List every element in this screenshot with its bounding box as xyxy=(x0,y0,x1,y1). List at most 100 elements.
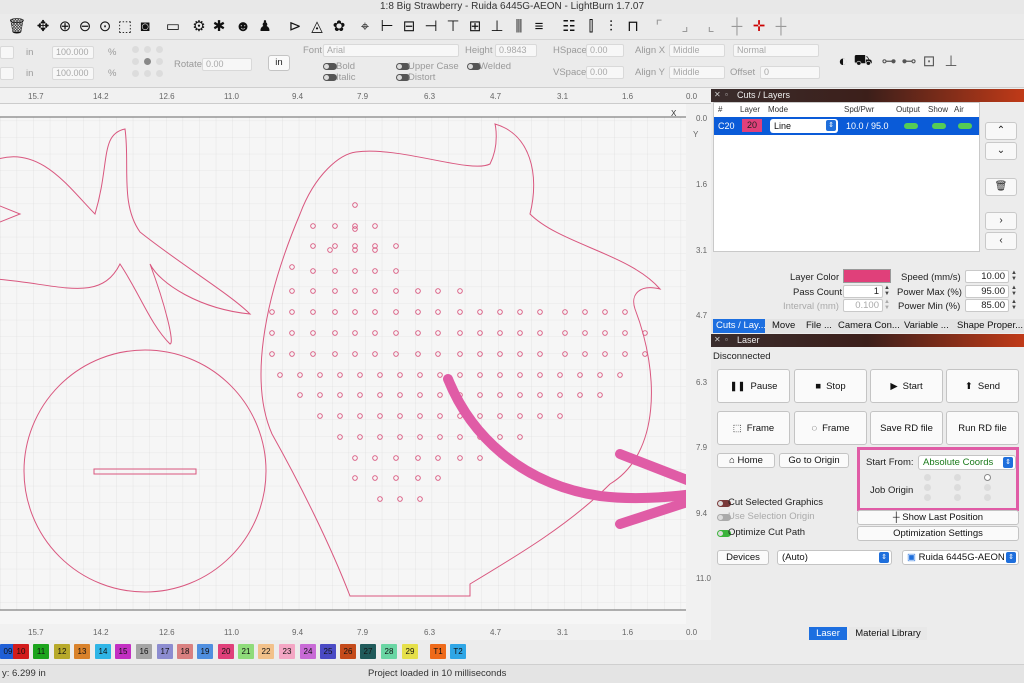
layer-color-swatch[interactable] xyxy=(843,269,891,283)
align-x-select[interactable]: Middle xyxy=(669,44,725,57)
next-button[interactable]: › xyxy=(985,212,1017,230)
hspace-field[interactable]: 0.00 xyxy=(586,44,624,57)
anchor-dot[interactable] xyxy=(132,70,139,77)
origin-dot-selected[interactable] xyxy=(984,474,991,481)
palette-swatch[interactable]: 12 xyxy=(54,644,70,659)
tab-file[interactable]: File ... xyxy=(803,319,835,333)
device-select[interactable]: ▣ Ruida 6445G-AEON ⇕ xyxy=(902,550,1019,565)
tab-material-library[interactable]: Material Library xyxy=(849,627,927,640)
pause-button[interactable]: ❚❚ Pause xyxy=(717,369,790,403)
tab-shape-properties[interactable]: Shape Proper... xyxy=(954,319,1024,333)
crosshair-red-icon[interactable]: ✛ xyxy=(750,17,768,35)
send-button[interactable]: ⬆ Send xyxy=(946,369,1019,403)
anchor-dot[interactable] xyxy=(132,46,139,53)
node-align3-icon[interactable]: ⊡ xyxy=(920,52,938,70)
anchor-dot[interactable] xyxy=(156,70,163,77)
tools-icon[interactable]: ✱ xyxy=(210,17,228,35)
port-select[interactable]: (Auto) ⇕ xyxy=(777,550,892,565)
space-h-icon[interactable]: ⫿ xyxy=(582,17,600,35)
rotate-field[interactable]: 0.00 xyxy=(202,58,252,71)
table-row[interactable]: C20 20 Line ⇕ 10.0 / 95.0 xyxy=(714,117,979,135)
width-field[interactable]: 100.000 xyxy=(52,46,94,59)
move-down-button[interactable]: ⌄ xyxy=(985,142,1017,160)
group-icon[interactable]: ☷ xyxy=(560,17,578,35)
camera-settings-icon[interactable]: ⛟ xyxy=(854,52,873,70)
height-field[interactable]: 100.000 xyxy=(52,67,94,80)
align-center-icon[interactable]: ⊟ xyxy=(400,17,418,35)
tab-variable[interactable]: Variable ... xyxy=(901,319,953,333)
start-from-select[interactable]: Absolute Coords ⇕ xyxy=(918,455,1016,470)
prev-button[interactable]: ‹ xyxy=(985,232,1017,250)
distribute-v-icon[interactable]: ≡ xyxy=(530,17,548,35)
save-rd-button[interactable]: Save RD file xyxy=(870,411,943,445)
origin-dot[interactable] xyxy=(954,474,961,481)
palette-swatch[interactable]: 16 xyxy=(136,644,152,659)
spinner-icon[interactable]: ▲ ▼ xyxy=(1010,299,1018,312)
anchor-dot[interactable] xyxy=(132,58,139,65)
dock-icon[interactable]: ⊓ xyxy=(624,17,642,35)
node-align4-icon[interactable]: ⊥ xyxy=(942,52,960,70)
zoom-fit-icon[interactable]: ⊙ xyxy=(96,17,114,35)
show-last-position-button[interactable]: ┼ Show Last Position xyxy=(857,510,1019,525)
palette-swatch[interactable]: 28 xyxy=(381,644,397,659)
palette-swatch[interactable]: 23 xyxy=(279,644,295,659)
origin-dot[interactable] xyxy=(984,494,991,501)
speed-field[interactable]: 10.00 xyxy=(965,270,1009,283)
palette-swatch[interactable]: T2 xyxy=(450,644,466,659)
zoom-out-icon[interactable]: ⊖ xyxy=(76,17,94,35)
mode-select[interactable]: Line ⇕ xyxy=(770,119,838,133)
show-toggle[interactable] xyxy=(932,123,946,129)
close-icon[interactable]: ✕ xyxy=(714,91,722,99)
camera-icon[interactable]: ◙ xyxy=(136,17,154,35)
palette-swatch[interactable]: T1 xyxy=(430,644,446,659)
laser-head-icon[interactable]: ◐ xyxy=(834,52,852,70)
power-min-field[interactable]: 85.00 xyxy=(965,299,1009,312)
align-left-icon[interactable]: ⊢ xyxy=(378,17,396,35)
spinner-icon[interactable]: ▲ ▼ xyxy=(1010,270,1018,283)
anchor-dot[interactable] xyxy=(156,46,163,53)
power-max-field[interactable]: 95.00 xyxy=(965,285,1009,298)
origin-dot[interactable] xyxy=(954,484,961,491)
crosshair-icon[interactable]: ⌖ xyxy=(356,17,374,35)
palette-swatch[interactable]: 29 xyxy=(402,644,418,659)
text-height-field[interactable]: 0.9843 xyxy=(495,44,537,57)
palette-swatch[interactable]: 19 xyxy=(197,644,213,659)
palette-swatch[interactable]: 24 xyxy=(300,644,316,659)
origin-dot[interactable] xyxy=(954,494,961,501)
node-align-icon[interactable]: ⊶ xyxy=(880,52,898,70)
align-middle-icon[interactable]: ⊞ xyxy=(466,17,484,35)
zoom-in-icon[interactable]: ⊕ xyxy=(56,17,74,35)
spinner-icon[interactable]: ▲ ▼ xyxy=(883,285,891,298)
node-align2-icon[interactable]: ⊷ xyxy=(900,52,918,70)
close-icon[interactable]: ✕ xyxy=(714,336,722,344)
palette-swatch[interactable]: 18 xyxy=(177,644,193,659)
anchor-dot-selected[interactable] xyxy=(144,58,151,65)
design-canvas[interactable]: X xyxy=(0,104,686,624)
origin-dot[interactable] xyxy=(924,494,931,501)
anchor-dot[interactable] xyxy=(144,46,151,53)
anchor-dot[interactable] xyxy=(144,70,151,77)
float-icon[interactable]: ▫ xyxy=(725,336,733,344)
mirror-icon[interactable]: ◬ xyxy=(308,17,326,35)
interval-field[interactable]: 0.100 xyxy=(843,299,883,312)
origin-dot[interactable] xyxy=(924,474,931,481)
corner2-icon[interactable]: ⌟ xyxy=(676,17,694,35)
palette-swatch[interactable]: 25 xyxy=(320,644,336,659)
space-v-icon[interactable]: ⫶ xyxy=(602,17,620,35)
zoom-selection-icon[interactable]: ⬚ xyxy=(116,17,134,35)
x-field[interactable] xyxy=(0,46,14,59)
palette-swatch[interactable]: 11 xyxy=(33,644,49,659)
palette-swatch[interactable]: 22 xyxy=(258,644,274,659)
palette-swatch[interactable]: 10 xyxy=(13,644,29,659)
run-rd-button[interactable]: Run RD file xyxy=(946,411,1019,445)
origin-dot[interactable] xyxy=(984,484,991,491)
strawberry-icon[interactable]: ✿ xyxy=(330,17,348,35)
align-right-icon[interactable]: ⊣ xyxy=(422,17,440,35)
palette-swatch[interactable]: 20 xyxy=(218,644,234,659)
anchor-dot[interactable] xyxy=(156,58,163,65)
air-toggle[interactable] xyxy=(958,123,972,129)
palette-swatch[interactable]: 14 xyxy=(95,644,111,659)
start-button[interactable]: ▶ Start xyxy=(870,369,943,403)
optimization-settings-button[interactable]: Optimization Settings xyxy=(857,526,1019,541)
align-bottom-icon[interactable]: ⊥ xyxy=(488,17,506,35)
